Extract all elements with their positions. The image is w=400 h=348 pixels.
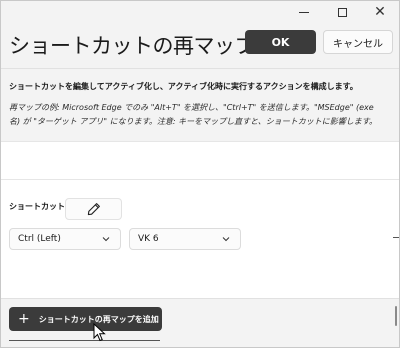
panel-divider	[1, 141, 399, 142]
shortcut-label: ショートカット:	[9, 202, 69, 211]
example-line: 名) が "ターゲット アプリ" になります。注意: キーをマップし直すと、ショ…	[9, 117, 377, 126]
minimize-button[interactable]	[285, 1, 323, 23]
scroll-indicator	[393, 237, 399, 238]
shortcut-list-panel	[1, 141, 399, 298]
pencil-icon	[87, 203, 100, 216]
dropdown-value: Ctrl (Left)	[18, 234, 61, 244]
focus-underline	[9, 340, 160, 341]
header-divider	[1, 68, 399, 69]
list-header-divider	[1, 179, 399, 180]
plus-icon: +	[18, 311, 30, 327]
close-icon: ✕	[374, 4, 386, 20]
modifier-key-dropdown[interactable]: Ctrl (Left)	[9, 228, 121, 250]
caption-bar: ✕	[285, 1, 399, 23]
description-text: ショートカットを編集してアクティブ化し、アクティブ化時に実行するアクションを構成…	[9, 82, 358, 91]
maximize-button[interactable]	[323, 1, 361, 23]
chevron-down-icon	[222, 237, 230, 242]
minimize-icon	[299, 11, 309, 13]
edit-shortcut-button[interactable]	[65, 198, 122, 220]
example-line: 再マップの例: Microsoft Edge でのみ "Alt+T" を選択し、…	[9, 103, 374, 112]
chevron-down-icon	[102, 237, 110, 242]
scrollbar[interactable]	[395, 306, 397, 326]
maximize-icon	[337, 7, 347, 17]
mouse-cursor-icon	[93, 323, 106, 342]
footer-divider	[1, 298, 399, 299]
cancel-button[interactable]: キャンセル	[323, 30, 393, 54]
key-dropdown[interactable]: VK 6	[129, 228, 241, 250]
ok-button[interactable]: OK	[245, 30, 316, 54]
add-shortcut-remap-button[interactable]: + ショートカットの再マップを追加	[9, 307, 162, 331]
example-text: 再マップの例: Microsoft Edge でのみ "Alt+T" を選択し、…	[9, 101, 397, 129]
page-title: ショートカットの再マップ	[9, 34, 256, 58]
close-button[interactable]: ✕	[361, 1, 399, 23]
dropdown-value: VK 6	[138, 234, 159, 244]
remap-shortcuts-window: ✕ ショートカットの再マップ OK キャンセル ショートカットを編集してアクティ…	[0, 0, 400, 348]
